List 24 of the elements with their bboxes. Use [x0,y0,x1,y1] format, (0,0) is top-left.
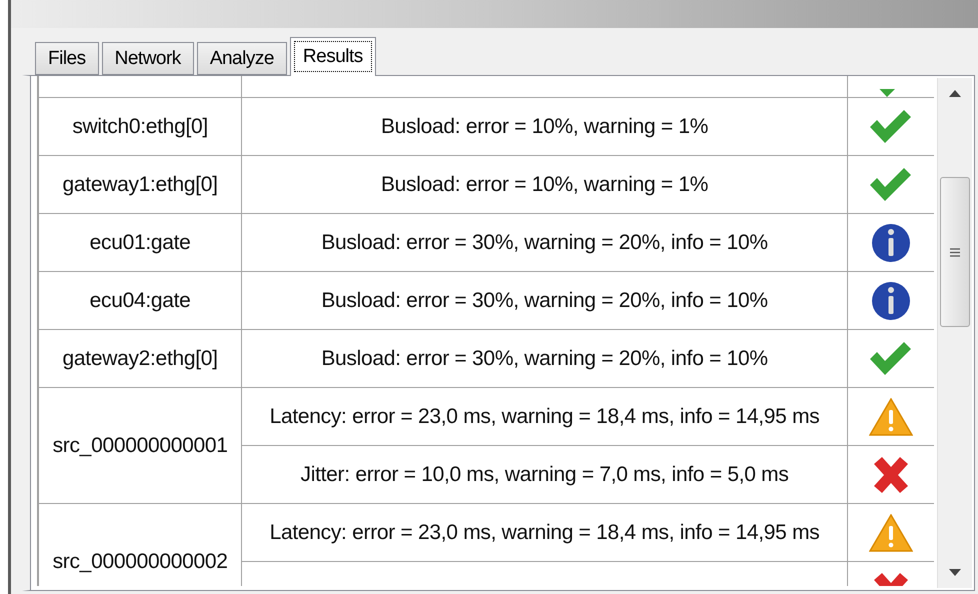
node-name-cell: src_000000000001 [38,388,242,504]
check-description-cell: Busload: error = 30%, warning = 20%, info = 10% [242,330,848,388]
tab[interactable]: Analyze [196,42,287,75]
tab[interactable]: Files [35,42,99,75]
node-name-cell: ecu04:gate [38,272,242,330]
check-description-cell: Busload: error = 30%, warning = 20%, info = 10% [242,214,848,272]
check-description-cell: Latency: error = 23,0 ms, warning = 18,4 ms, info = 14,95 ms [242,504,848,562]
scroll-thumb[interactable] [940,177,970,327]
node-name-cell: src_000000000002 [38,504,242,586]
check-description-cell: Latency: error = 23,0 ms, warning = 18,4 ms, info = 14,95 ms [242,388,848,446]
node-name-cell: gateway1:ethg[0] [38,156,242,214]
check-description-cell: Busload: error = 30%, warning = 20%, info = 10% [242,272,848,330]
node-name-cell: ecu01:gate [38,214,242,272]
check-description-cell: Busload: error = 10%, warning = 1% [242,156,848,214]
scroll-up-icon[interactable] [949,90,962,97]
node-name-cell: gateway2:ethg[0] [38,330,242,388]
scroll-down-icon[interactable] [949,569,962,576]
scrollbar[interactable] [937,78,972,588]
grip-icon [950,248,960,256]
tab[interactable]: Network [102,42,194,75]
check-description-cell: Busload: error = 10%, warning = 1% [242,98,848,156]
check-description-cell: Jitter: error = 10,0 ms, warning = 7,0 ms, info = 5,0 ms [242,446,848,504]
tab[interactable]: Results [290,37,376,76]
node-name-cell: switch0:ethg[0] [38,98,242,156]
